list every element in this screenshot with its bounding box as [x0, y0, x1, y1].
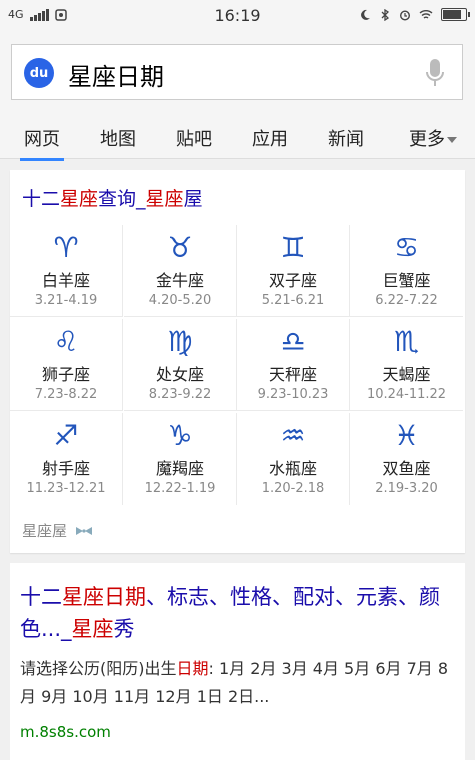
- zodiac-name: 狮子座: [41, 365, 90, 384]
- microphone-icon[interactable]: [424, 57, 446, 89]
- status-bar: 4G 16:19: [0, 0, 475, 32]
- tab-web[interactable]: 网页: [20, 125, 64, 161]
- zodiac-dates: 6.22-7.22: [375, 293, 438, 308]
- zodiac-dates: 9.23-10.23: [257, 387, 329, 402]
- snippet-highlight: 日期: [176, 659, 209, 678]
- sagittarius-icon: ♐: [53, 419, 79, 452]
- chevron-down-icon: [447, 137, 457, 143]
- zodiac-dates: 8.23-9.22: [148, 387, 212, 402]
- zodiac-dates: 1.20-2.18: [261, 481, 325, 496]
- title-part: 秀: [113, 617, 135, 641]
- zodiac-name: 水瓶座: [268, 459, 317, 478]
- zodiac-name: 天蝎座: [382, 365, 431, 384]
- battery-icon: [441, 8, 470, 21]
- taurus-icon: ♉: [167, 231, 193, 264]
- zodiac-cell-aries[interactable]: ♈ 白羊座 3.21-4.19: [10, 225, 123, 317]
- result-url[interactable]: m.8s8s.com: [20, 723, 111, 741]
- zodiac-cell-libra[interactable]: ♎ 天秤座 9.23-10.23: [237, 319, 350, 411]
- zodiac-name: 巨蟹座: [382, 271, 431, 290]
- pisces-icon: ♓: [393, 419, 420, 452]
- libra-icon: ♎: [280, 325, 306, 358]
- title-highlight: 星座: [145, 188, 184, 210]
- search-query-text[interactable]: 星座日期: [68, 57, 164, 92]
- zodiac-dates: 10.24-11.22: [366, 387, 447, 402]
- zodiac-cell-virgo[interactable]: ♍ 处女座 8.23-9.22: [124, 319, 237, 411]
- zodiac-name: 双子座: [268, 271, 317, 290]
- zodiac-cell-scorpio[interactable]: ♏ 天蝎座 10.24-11.22: [350, 319, 463, 411]
- title-highlight: 星座: [60, 188, 99, 210]
- zodiac-dates: 4.20-5.20: [148, 293, 212, 308]
- status-right: [359, 8, 470, 21]
- bowtie-icon: [76, 526, 93, 535]
- zodiac-name: 天秤座: [268, 365, 317, 384]
- title-part: 十二: [22, 188, 61, 210]
- search-header: du 星座日期: [0, 32, 475, 114]
- search-result: 十二星座日期、标志、性格、配对、元素、颜色..._星座秀 请选择公历(阳历)出生…: [10, 563, 465, 760]
- search-tabs: 网页 地图 贴吧 应用 新闻 更多: [0, 114, 475, 161]
- search-input[interactable]: du 星座日期: [11, 44, 463, 100]
- snippet-part: 请选择公历(阳历)出生: [20, 659, 177, 678]
- result-title-link[interactable]: 十二星座日期、标志、性格、配对、元素、颜色..._星座秀: [20, 581, 450, 645]
- aries-icon: ♈: [53, 231, 79, 264]
- zodiac-dates: 7.23-8.22: [34, 387, 98, 402]
- zodiac-cell-aquarius[interactable]: ♒ 水瓶座 1.20-2.18: [237, 413, 350, 505]
- zodiac-name: 双鱼座: [382, 459, 431, 478]
- bluetooth-icon: [381, 8, 390, 21]
- result-snippet: 请选择公历(阳历)出生日期: 1月 2月 3月 4月 5月 6月 7月 8月 9…: [20, 655, 452, 711]
- zodiac-grid: ♈ 白羊座 3.21-4.19 ♉ 金牛座 4.20-5.20 ♊ 双子座 5.21-6.21 ♋…: [10, 225, 465, 505]
- wifi-icon: [419, 9, 433, 19]
- tab-more[interactable]: 更多: [409, 125, 457, 151]
- zodiac-card: 十二星座查询_星座屋 ♈ 白羊座 3.21-4.19 ♉ 金牛座 4.20-5.20 ♊ 双子…: [10, 170, 465, 553]
- capricorn-icon: ♑: [167, 419, 193, 452]
- cancer-icon: ♋: [393, 231, 420, 264]
- zodiac-cell-capricorn[interactable]: ♑ 魔羯座 12.22-1.19: [124, 413, 237, 505]
- title-part: 十二: [20, 585, 62, 609]
- tab-tieba[interactable]: 贴吧: [176, 125, 212, 151]
- zodiac-cell-cancer[interactable]: ♋ 巨蟹座 6.22-7.22: [350, 225, 463, 317]
- gemini-icon: ♊: [280, 231, 306, 264]
- source-label: 星座屋: [22, 522, 68, 540]
- tab-map[interactable]: 地图: [100, 125, 136, 151]
- card-source: 星座屋: [22, 520, 93, 541]
- tab-more-label: 更多: [409, 129, 445, 150]
- zodiac-cell-gemini[interactable]: ♊ 双子座 5.21-6.21: [237, 225, 350, 317]
- title-part: 屋: [183, 188, 203, 210]
- zodiac-cell-leo[interactable]: ♌ 狮子座 7.23-8.22: [10, 319, 123, 411]
- night-mode-icon: [361, 9, 370, 20]
- zodiac-dates: 12.22-1.19: [144, 481, 216, 496]
- zodiac-cell-taurus[interactable]: ♉ 金牛座 4.20-5.20: [124, 225, 237, 317]
- zodiac-dates: 2.19-3.20: [375, 481, 438, 496]
- baidu-logo[interactable]: du: [24, 58, 54, 88]
- alarm-icon: [399, 9, 411, 21]
- zodiac-name: 处女座: [155, 365, 204, 384]
- zodiac-name: 白羊座: [41, 271, 90, 290]
- tab-news[interactable]: 新闻: [328, 125, 364, 151]
- zodiac-dates: 11.23-12.21: [26, 481, 106, 496]
- zodiac-dates: 3.21-4.19: [34, 293, 98, 308]
- title-part: 查询_: [98, 188, 146, 210]
- virgo-icon: ♍: [167, 325, 193, 358]
- zodiac-cell-sagittarius[interactable]: ♐ 射手座 11.23-12.21: [10, 413, 123, 505]
- zodiac-dates: 5.21-6.21: [261, 293, 325, 308]
- zodiac-name: 金牛座: [155, 271, 204, 290]
- title-highlight: 星座日期: [62, 585, 146, 609]
- leo-icon: ♌: [53, 325, 79, 358]
- zodiac-cell-pisces[interactable]: ♓ 双鱼座 2.19-3.20: [350, 413, 463, 505]
- title-highlight: 星座: [71, 617, 114, 641]
- zodiac-card-title[interactable]: 十二星座查询_星座屋: [22, 184, 203, 211]
- zodiac-name: 射手座: [41, 459, 90, 478]
- zodiac-name: 魔羯座: [155, 459, 204, 478]
- aquarius-icon: ♒: [280, 419, 306, 452]
- tab-apps[interactable]: 应用: [252, 125, 288, 151]
- scorpio-icon: ♏: [393, 325, 420, 358]
